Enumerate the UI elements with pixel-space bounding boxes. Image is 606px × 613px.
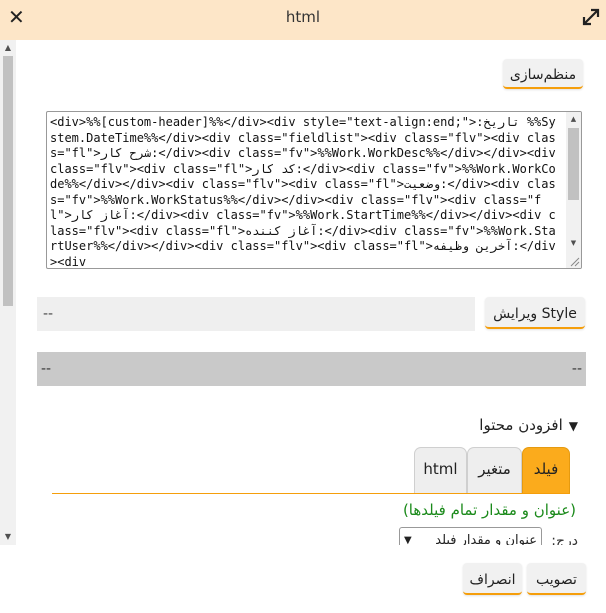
preview-bar: -- --: [37, 352, 586, 386]
html-code-editor[interactable]: <div>%%[custom-header]%%</div><div style…: [46, 111, 582, 269]
add-content-label: افزودن محتوا: [479, 416, 563, 434]
preview-bar-left: --: [41, 361, 52, 377]
code-scrollbar-thumb[interactable]: [568, 128, 579, 200]
edit-style-button[interactable]: ویرایش Style: [485, 297, 585, 329]
expand-icon[interactable]: [582, 8, 600, 26]
insert-select-value: عنوان و مقدار فیلد: [435, 533, 537, 545]
window-title: html: [285, 8, 321, 26]
code-scroll-down-icon[interactable]: ▼: [566, 236, 581, 250]
preview-bar-right: --: [571, 361, 582, 377]
chevron-down-icon: ▼: [404, 535, 412, 545]
tab-field[interactable]: فیلد: [522, 447, 570, 493]
tab-variable[interactable]: متغیر: [467, 447, 522, 493]
tabs-underline: [52, 493, 570, 494]
code-scrollbar[interactable]: ▲ ▼: [566, 112, 581, 268]
tab-html[interactable]: html: [414, 447, 467, 493]
format-button[interactable]: منظم‌سازی: [503, 59, 583, 89]
scroll-down-icon[interactable]: ▼: [0, 529, 16, 545]
collapse-triangle-icon[interactable]: ▼: [569, 419, 578, 433]
add-content-toggle[interactable]: ▼ افزودن محتوا: [479, 416, 578, 434]
html-code-text[interactable]: <div>%%[custom-header]%%</div><div style…: [50, 115, 560, 268]
insert-select[interactable]: عنوان و مقدار فیلد ▼: [399, 527, 542, 545]
page-scrollbar[interactable]: ▲ ▼: [0, 40, 16, 545]
scroll-up-icon[interactable]: ▲: [0, 40, 16, 56]
cancel-button[interactable]: انصراف: [463, 563, 522, 595]
code-scroll-up-icon[interactable]: ▲: [566, 112, 581, 126]
style-input[interactable]: --: [37, 297, 475, 331]
resize-grip-icon[interactable]: [568, 255, 580, 267]
title-bar: ✕ html: [0, 0, 606, 40]
scrollbar-thumb[interactable]: [3, 56, 13, 306]
approve-button[interactable]: تصویب: [527, 563, 586, 595]
all-fields-link[interactable]: (عنوان و مقدار تمام فیلدها): [403, 501, 576, 519]
